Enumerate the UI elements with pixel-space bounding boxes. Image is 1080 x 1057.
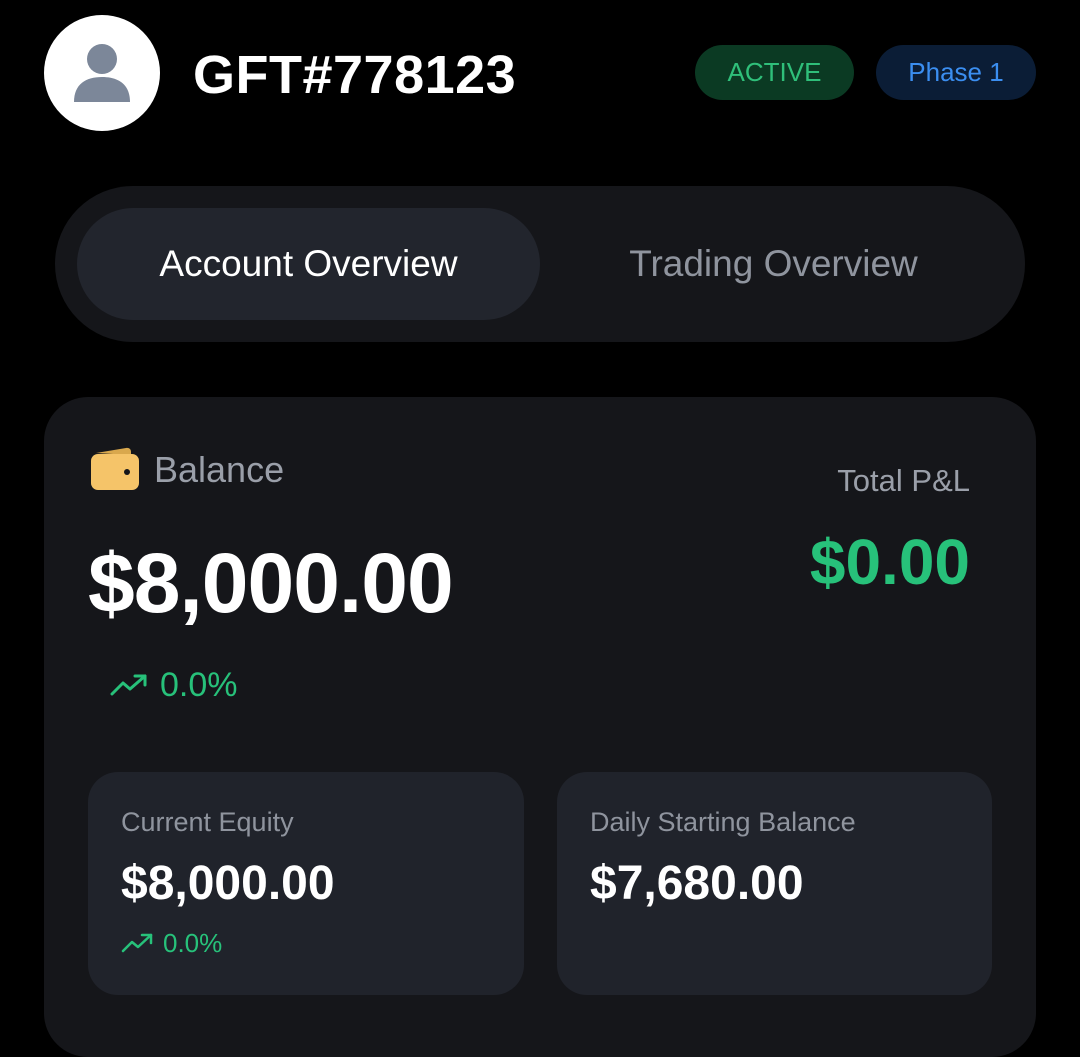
current-equity-change: 0.0%	[121, 928, 222, 958]
current-equity-change-value: 0.0%	[163, 928, 223, 958]
phase-badge: Phase 1	[876, 45, 1036, 100]
tab-account-overview[interactable]: Account Overview	[77, 208, 540, 320]
total-pnl-value: $0.00	[809, 526, 970, 598]
tab-trading-overview[interactable]: Trading Overview	[542, 208, 1005, 320]
balance-label: Balance	[154, 449, 285, 490]
balance-card: Balance $8,000.00 Total P&L $0.00 0.0% C…	[44, 397, 1036, 1057]
overview-tabs: Account Overview Trading Overview	[55, 186, 1025, 342]
daily-starting-balance-label: Daily Starting Balance	[590, 807, 856, 837]
user-icon	[74, 44, 130, 102]
daily-starting-balance-value: $7,680.00	[590, 857, 804, 910]
daily-starting-balance-card: Daily Starting Balance $7,680.00	[557, 772, 992, 995]
current-equity-value: $8,000.00	[121, 857, 335, 910]
trending-up-icon	[110, 674, 147, 696]
avatar[interactable]	[44, 15, 160, 131]
current-equity-card: Current Equity $8,000.00 0.0%	[88, 772, 524, 995]
balance-change: 0.0%	[110, 665, 238, 705]
balance-value: $8,000.00	[88, 536, 454, 630]
status-badge: ACTIVE	[695, 45, 854, 100]
current-equity-label: Current Equity	[121, 807, 294, 837]
balance-change-value: 0.0%	[160, 666, 238, 704]
account-id: GFT#778123	[193, 45, 517, 105]
total-pnl-label: Total P&L	[837, 463, 970, 498]
wallet-icon	[91, 447, 139, 490]
trending-up-icon	[121, 933, 153, 953]
